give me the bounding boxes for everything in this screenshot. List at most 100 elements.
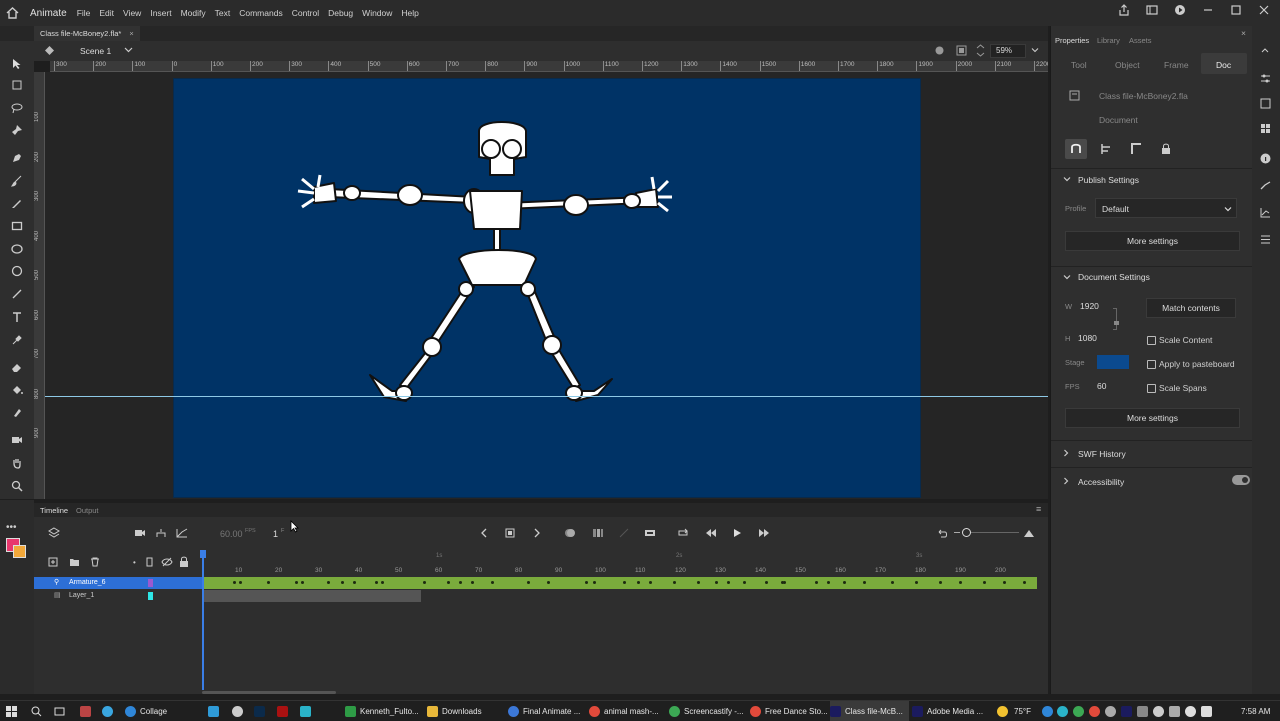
- pose-keyframe-marker[interactable]: [491, 581, 494, 584]
- pose-keyframe-marker[interactable]: [863, 581, 866, 584]
- stage[interactable]: [173, 78, 921, 498]
- insert-keyframe-icon[interactable]: [505, 528, 515, 540]
- pose-keyframe-marker[interactable]: [459, 581, 462, 584]
- taskbar-kenneth[interactable]: Kenneth_Fulto...: [345, 701, 419, 721]
- task-view-icon[interactable]: [54, 701, 65, 721]
- horizontal-guide[interactable]: [45, 396, 1048, 397]
- highlight-dot-icon[interactable]: •: [133, 558, 136, 567]
- pose-keyframe-marker[interactable]: [233, 581, 236, 584]
- menu-commands[interactable]: Commands: [239, 8, 282, 18]
- pen-tool-icon[interactable]: [0, 149, 34, 167]
- scene-label[interactable]: Scene 1: [80, 46, 111, 56]
- menu-modify[interactable]: Modify: [181, 8, 206, 18]
- pose-keyframe-marker[interactable]: [637, 581, 640, 584]
- free-transform-tool-icon[interactable]: [0, 76, 34, 94]
- hide-layers-icon[interactable]: [161, 557, 173, 569]
- match-contents-button[interactable]: Match contents: [1146, 298, 1236, 318]
- pose-keyframe-marker[interactable]: [353, 581, 356, 584]
- taskbar-animal-mash[interactable]: animal mash-...: [589, 701, 659, 721]
- taskbar-final-animate[interactable]: Final Animate ...: [508, 701, 580, 721]
- layer-row-layer1[interactable]: ▤ Layer_1: [34, 590, 202, 602]
- pose-keyframe-marker[interactable]: [649, 581, 652, 584]
- pose-keyframe-marker[interactable]: [585, 581, 588, 584]
- pose-keyframe-marker[interactable]: [715, 581, 718, 584]
- insert-frame-icon[interactable]: [644, 528, 656, 540]
- weather-icon[interactable]: [997, 701, 1012, 721]
- share-icon[interactable]: [1118, 4, 1130, 19]
- info-panel-icon[interactable]: [1260, 153, 1271, 166]
- frame-ruler[interactable]: 10 20 30 40 50 60 70 80 90 100 110 120 130 140 150 160 1…: [202, 550, 1042, 578]
- pose-keyframe-marker[interactable]: [815, 581, 818, 584]
- accessibility-toggle[interactable]: [1232, 475, 1250, 485]
- menu-text[interactable]: Text: [215, 8, 231, 18]
- taskbar-screencastify[interactable]: Screencastify -...: [669, 701, 744, 721]
- armature-pose-span[interactable]: [203, 577, 1037, 589]
- pose-keyframe-marker[interactable]: [267, 581, 270, 584]
- center-stage-icon[interactable]: [976, 44, 985, 59]
- tray-icon-f[interactable]: [1121, 701, 1136, 721]
- play-icon[interactable]: [732, 528, 742, 540]
- pose-keyframe-marker[interactable]: [939, 581, 942, 584]
- polystar-tool-icon[interactable]: [0, 262, 34, 280]
- zoom-tool-icon[interactable]: [0, 477, 34, 495]
- pose-keyframe-marker[interactable]: [1023, 581, 1026, 584]
- edit-multiple-frames-icon[interactable]: [592, 528, 604, 540]
- maximize-icon[interactable]: [1230, 4, 1242, 19]
- pose-keyframe-marker[interactable]: [341, 581, 344, 584]
- windows-start-icon[interactable]: [6, 701, 17, 721]
- menu-help[interactable]: Help: [401, 8, 418, 18]
- pose-keyframe-marker[interactable]: [447, 581, 450, 584]
- brush-tool-icon[interactable]: [0, 172, 34, 190]
- timeline-scrollbar[interactable]: [202, 691, 336, 694]
- layer-name-armature[interactable]: Armature_6: [69, 579, 106, 586]
- clip-stage-icon[interactable]: [956, 45, 967, 58]
- snap-to-objects-button[interactable]: [1065, 139, 1087, 159]
- skeleton-character[interactable]: [174, 79, 922, 499]
- pose-keyframe-marker[interactable]: [915, 581, 918, 584]
- pose-keyframe-marker[interactable]: [743, 581, 746, 584]
- properties-panel-icon[interactable]: [1260, 73, 1271, 86]
- minimize-icon[interactable]: [1202, 4, 1214, 19]
- menu-file[interactable]: File: [77, 8, 91, 18]
- scale-content-checkbox[interactable]: [1147, 336, 1156, 345]
- snap-icon[interactable]: [934, 45, 945, 58]
- components-panel-icon[interactable]: [1260, 234, 1271, 247]
- ink-bottle-tool-icon[interactable]: [0, 403, 34, 421]
- pose-keyframe-marker[interactable]: [423, 581, 426, 584]
- tab-output[interactable]: Output: [76, 506, 99, 515]
- camera-tool-icon[interactable]: [0, 431, 34, 449]
- menu-window[interactable]: Window: [362, 8, 392, 18]
- link-lock-icon[interactable]: [1113, 317, 1120, 327]
- layers-icon[interactable]: [48, 527, 60, 541]
- taskbar-browser-icon[interactable]: [102, 701, 117, 721]
- pose-keyframe-marker[interactable]: [301, 581, 304, 584]
- panel-close-icon[interactable]: ×: [1241, 28, 1246, 38]
- doc-more-settings-button[interactable]: More settings: [1065, 408, 1240, 428]
- stroke-color-swatch[interactable]: [13, 545, 26, 558]
- tray-icon-i[interactable]: [1169, 701, 1184, 721]
- tray-icon-c[interactable]: [1073, 701, 1088, 721]
- pose-keyframe-marker[interactable]: [623, 581, 626, 584]
- accessibility-heading[interactable]: Accessibility: [1078, 477, 1124, 487]
- lock-icon[interactable]: [1155, 139, 1177, 159]
- loop-icon[interactable]: [677, 528, 689, 540]
- undo-icon[interactable]: [936, 528, 948, 540]
- tween-graph-icon[interactable]: [176, 528, 188, 540]
- pose-keyframe-marker[interactable]: [843, 581, 846, 584]
- pose-keyframe-marker[interactable]: [527, 581, 530, 584]
- selection-tool-icon[interactable]: [0, 55, 34, 73]
- fps-readout[interactable]: 60.00: [220, 529, 243, 539]
- next-keyframe-icon[interactable]: [533, 528, 541, 540]
- taskbar-adobe-media[interactable]: Adobe Media ...: [912, 701, 983, 721]
- taskbar-acrobat-icon[interactable]: [277, 701, 292, 721]
- subtab-doc[interactable]: Doc: [1201, 53, 1247, 74]
- grid-panel-icon[interactable]: [1260, 123, 1271, 136]
- fps-field[interactable]: 60: [1097, 381, 1106, 391]
- layer-parenting-icon[interactable]: [155, 528, 167, 540]
- layer-name-layer1[interactable]: Layer_1: [69, 592, 94, 599]
- taskbar-app-icon[interactable]: [80, 701, 95, 721]
- pose-keyframe-marker[interactable]: [239, 581, 242, 584]
- pin-tool-icon[interactable]: [0, 121, 34, 139]
- playhead-handle[interactable]: [200, 550, 206, 558]
- subtab-tool[interactable]: Tool: [1071, 60, 1087, 70]
